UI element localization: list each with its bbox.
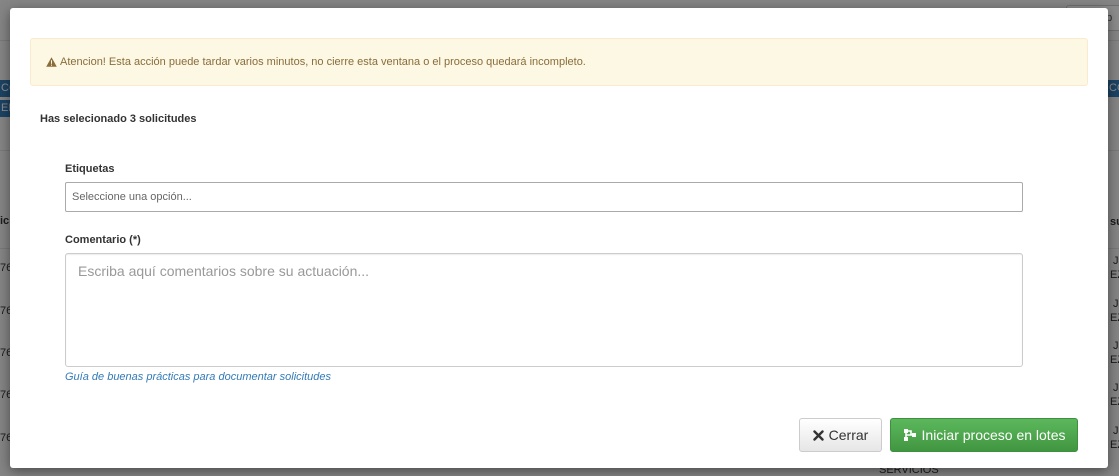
- comment-textarea[interactable]: [65, 253, 1023, 367]
- warning-alert: Atencion! Esta acción puede tardar vario…: [30, 38, 1088, 86]
- tags-select-placeholder: Seleccione una opción...: [72, 191, 192, 203]
- tags-select[interactable]: Seleccione una opción...: [65, 182, 1023, 212]
- close-icon: [812, 429, 824, 441]
- close-button[interactable]: Cerrar: [799, 418, 882, 452]
- start-batch-process-label: Iniciar proceso en lotes: [921, 427, 1066, 443]
- comment-label: Comentario (*): [65, 234, 141, 246]
- tags-label: Etiquetas: [65, 163, 115, 175]
- batch-process-modal: Atencion! Esta acción puede tardar vario…: [10, 8, 1108, 468]
- close-button-label: Cerrar: [828, 427, 869, 443]
- best-practices-guide-link[interactable]: Guía de buenas prácticas para documentar…: [65, 371, 331, 383]
- warning-icon: [46, 57, 57, 67]
- process-branch-icon: [903, 428, 917, 442]
- start-batch-process-button[interactable]: Iniciar proceso en lotes: [890, 418, 1078, 452]
- selection-count-text: Has selecionado 3 solicitudes: [40, 113, 197, 125]
- warning-alert-text: Atencion! Esta acción puede tardar vario…: [60, 56, 586, 68]
